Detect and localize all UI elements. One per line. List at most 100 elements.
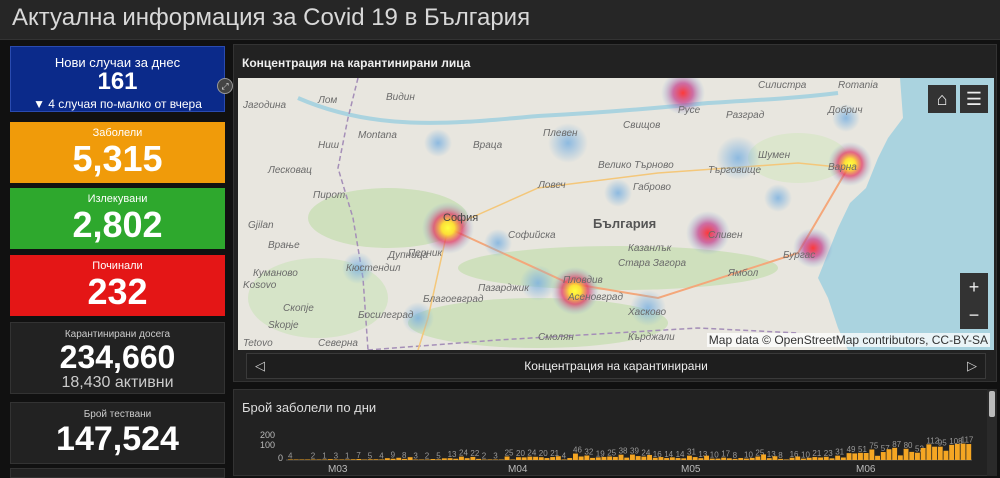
chart-bar[interactable]: [897, 455, 903, 460]
bar-data-label: 4: [288, 451, 293, 460]
map-label: Асеновград: [567, 292, 623, 303]
chart-bar[interactable]: [954, 443, 960, 460]
legend-button[interactable]: ☰: [960, 85, 988, 113]
map-label: Босилеград: [358, 310, 414, 321]
panel-scrollbar[interactable]: [987, 389, 997, 476]
bar-data-label: 49: [847, 445, 856, 454]
chart-bar[interactable]: [327, 459, 333, 460]
chart-bar[interactable]: [305, 459, 310, 461]
chart-bar[interactable]: [886, 449, 892, 460]
chart-bar[interactable]: [932, 446, 937, 460]
chart-bar[interactable]: [783, 459, 789, 460]
chart-bar[interactable]: [373, 459, 379, 460]
app-header: Актуална информация за Covid 19 в Българ…: [0, 0, 1000, 40]
zoom-out-button[interactable]: −: [960, 301, 988, 329]
chart-bar[interactable]: [316, 459, 322, 461]
chart-bar[interactable]: [818, 457, 823, 460]
chart-bar[interactable]: [521, 457, 527, 460]
chart-bar[interactable]: [726, 458, 732, 460]
chart-bar[interactable]: [692, 457, 698, 460]
chart-bar[interactable]: [738, 458, 744, 460]
bar-data-label: 8: [778, 451, 783, 460]
chart-bar[interactable]: [498, 459, 504, 461]
daily-cases-chart[interactable]: 4 2 1 3 1 7 5 4 9 8 3 2 5 13 24 22 2 3 25 20 24 20 21 446 32 19 25…: [238, 428, 978, 476]
chart-bar[interactable]: [903, 448, 909, 460]
chart-bar[interactable]: [909, 451, 915, 460]
heatmap-map[interactable]: Romania Montana Лом Видин Добрич Силистр…: [238, 78, 994, 350]
bar-data-label: 4: [562, 451, 567, 460]
chart-bar[interactable]: [624, 457, 630, 460]
chart-bar[interactable]: [852, 453, 858, 460]
bar-data-label: 2: [311, 452, 316, 461]
chart-bar[interactable]: [555, 456, 561, 460]
map-label: Силистра: [758, 80, 807, 91]
chart-bar[interactable]: [681, 458, 687, 460]
chart-bar[interactable]: [761, 454, 766, 460]
chart-bar[interactable]: [407, 457, 413, 460]
chart-bar[interactable]: [869, 449, 875, 461]
chart-bar[interactable]: [293, 459, 299, 461]
home-button[interactable]: ⌂: [928, 85, 956, 113]
chart-bar[interactable]: [350, 459, 356, 460]
chart-bar[interactable]: [476, 458, 481, 460]
zoom-in-button[interactable]: +: [960, 273, 988, 301]
bar-data-label: 2: [425, 452, 430, 461]
chart-bar[interactable]: [669, 457, 675, 460]
chart-bar[interactable]: [863, 453, 869, 460]
chart-bar[interactable]: [578, 456, 584, 461]
chart-bar[interactable]: [441, 458, 447, 460]
chart-bar[interactable]: [453, 458, 459, 460]
chart-bar[interactable]: [487, 459, 493, 460]
heat-spot: [793, 228, 833, 268]
chart-bar[interactable]: [510, 459, 516, 461]
chart-bar[interactable]: [846, 453, 852, 460]
bar-data-label: 3: [334, 452, 339, 461]
chart-bar[interactable]: [937, 446, 943, 460]
chart-bar[interactable]: [299, 459, 305, 461]
chart-bar[interactable]: [915, 452, 920, 460]
chart-bar[interactable]: [926, 444, 932, 460]
chart-bar[interactable]: [430, 459, 436, 460]
quarantined-value: 234,660: [59, 339, 176, 375]
chart-bar[interactable]: [806, 457, 812, 460]
expand-icon[interactable]: ⤢: [217, 78, 233, 94]
chart-bar[interactable]: [749, 457, 755, 460]
map-label: Врање: [268, 240, 300, 251]
carousel-next-icon[interactable]: ▷: [967, 358, 977, 374]
map-label: Северна: [318, 338, 358, 349]
map-attribution[interactable]: Map data © OpenStreetMap contributors, C…: [706, 333, 990, 347]
chart-bar[interactable]: [943, 450, 949, 460]
chart-bar[interactable]: [880, 452, 886, 460]
chart-bar[interactable]: [601, 456, 607, 460]
chart-bar[interactable]: [772, 456, 778, 460]
chart-bar[interactable]: [715, 458, 721, 460]
chart-bar[interactable]: [396, 457, 402, 460]
chart-bar[interactable]: [533, 456, 538, 460]
chart-bar[interactable]: [339, 459, 345, 461]
chart-bar[interactable]: [590, 457, 595, 460]
chart-bar[interactable]: [960, 443, 966, 460]
chart-bar[interactable]: [612, 456, 618, 460]
chart-bar[interactable]: [567, 458, 573, 460]
chart-bar[interactable]: [892, 447, 898, 460]
chart-bar[interactable]: [635, 456, 641, 460]
chart-bar[interactable]: [795, 456, 801, 461]
chart-bar[interactable]: [858, 452, 863, 460]
chart-bar[interactable]: [875, 455, 880, 460]
chart-bar[interactable]: [829, 458, 835, 460]
chart-bar[interactable]: [966, 444, 972, 460]
scrollbar-thumb[interactable]: [989, 391, 995, 417]
chart-bar[interactable]: [362, 459, 367, 461]
chart-bar[interactable]: [647, 454, 652, 460]
chart-bar[interactable]: [464, 458, 470, 460]
chart-bar[interactable]: [840, 457, 846, 460]
chart-bar[interactable]: [920, 447, 926, 460]
chart-bar[interactable]: [384, 458, 390, 460]
chart-bar[interactable]: [419, 459, 424, 461]
map-canvas[interactable]: Romania Montana Лом Видин Добрич Силистр…: [238, 78, 994, 350]
chart-bar[interactable]: [949, 444, 955, 460]
chart-bar[interactable]: [544, 458, 550, 460]
bar-data-label: 22: [470, 449, 479, 458]
chart-bar[interactable]: [658, 457, 664, 460]
chart-bar[interactable]: [704, 455, 709, 460]
